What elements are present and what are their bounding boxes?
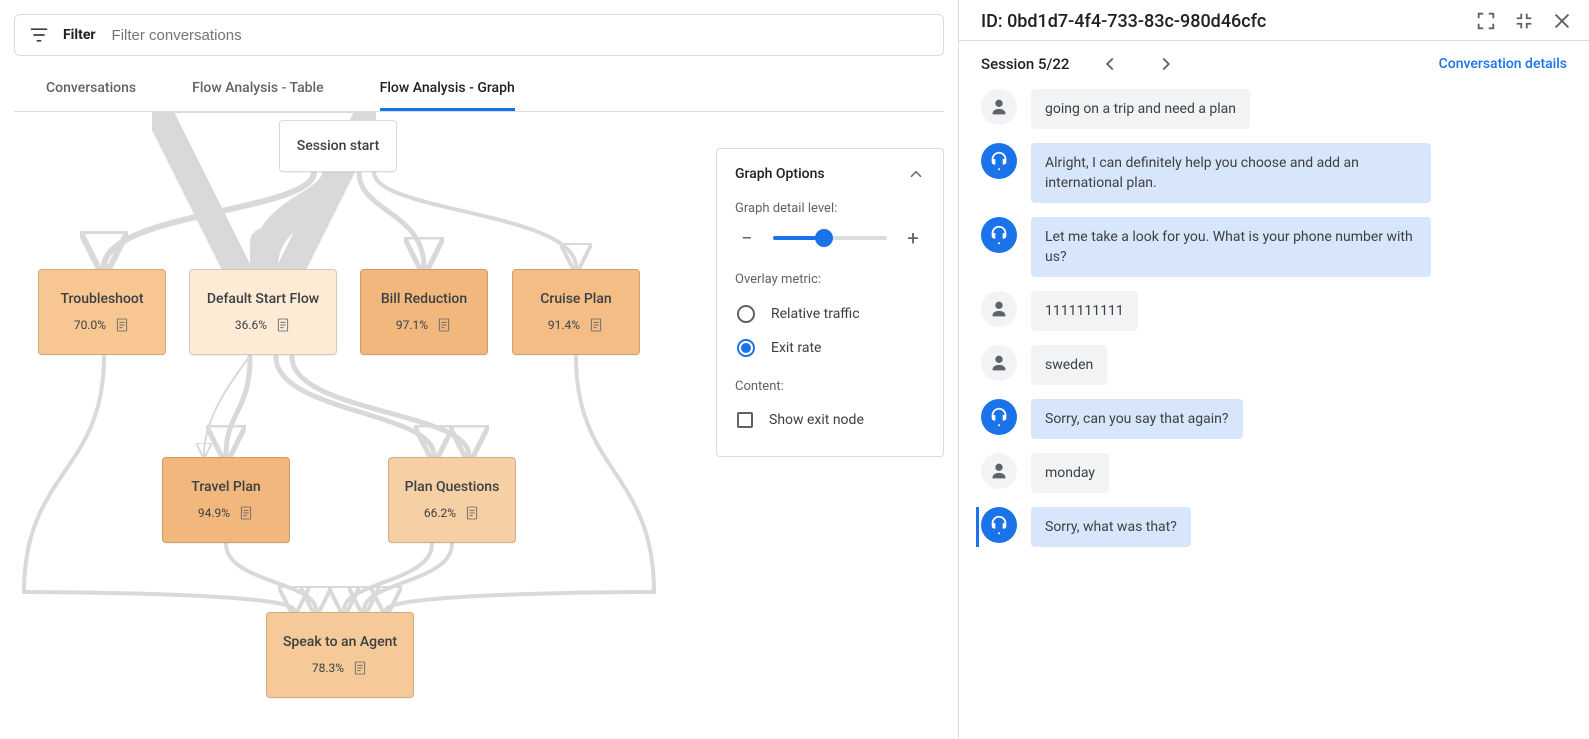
message-row[interactable]: Sorry, can you say that again? (981, 399, 1567, 439)
user-avatar-icon (981, 291, 1017, 327)
node-bill-reduction[interactable]: Bill Reduction 97.1% (360, 269, 488, 355)
message-text: Let me take a look for you. What is your… (1031, 217, 1431, 277)
exit-fullscreen-icon[interactable] (1513, 10, 1535, 32)
chevron-left-icon[interactable] (1099, 53, 1121, 75)
overlay-label: Overlay metric: (735, 272, 925, 287)
tabs: Conversations Flow Analysis - Table Flow… (14, 66, 944, 112)
message-text: sweden (1031, 345, 1107, 385)
filter-bar[interactable]: Filter (14, 14, 944, 56)
conversation-panel: ID: 0bd1d7-4f4-733-83c-980d46cfc Session… (959, 0, 1589, 739)
chat-thread: going on a trip and need a plan Alright, … (959, 81, 1589, 739)
node-label: Plan Questions (405, 479, 500, 495)
node-metric: 78.3% (312, 661, 344, 675)
node-metric: 94.9% (198, 506, 230, 520)
node-speak-agent[interactable]: Speak to an Agent 78.3% (266, 612, 414, 698)
filter-label: Filter (63, 27, 96, 43)
node-metric: 66.2% (424, 506, 456, 520)
message-row[interactable]: monday (981, 453, 1567, 493)
fullscreen-icon[interactable] (1475, 10, 1497, 32)
node-label: Bill Reduction (381, 291, 467, 307)
filter-input[interactable] (110, 26, 929, 45)
node-label: Troubleshoot (60, 291, 143, 307)
message-text: 1111111111 (1031, 291, 1138, 331)
radio-exit-rate[interactable]: Exit rate (735, 331, 925, 365)
node-label: Session start (297, 138, 380, 154)
node-metric: 70.0% (74, 318, 106, 332)
checkbox-show-exit[interactable]: Show exit node (735, 404, 925, 436)
bot-avatar-icon (981, 143, 1017, 179)
page-icon (464, 505, 480, 521)
page-icon (114, 317, 130, 333)
user-avatar-icon (981, 345, 1017, 381)
plus-icon[interactable]: + (901, 226, 925, 250)
node-metric: 97.1% (396, 318, 428, 332)
message-row[interactable]: Sorry, what was that? (981, 507, 1567, 547)
session-label: Session 5/22 (981, 55, 1069, 73)
message-row[interactable]: sweden (981, 345, 1567, 385)
node-label: Cruise Plan (540, 291, 611, 307)
radio-label: Relative traffic (771, 306, 860, 322)
message-text: Alright, I can definitely help you choos… (1031, 143, 1431, 203)
node-label: Default Start Flow (207, 291, 319, 307)
user-avatar-icon (981, 89, 1017, 125)
node-default-start[interactable]: Default Start Flow 36.6% (189, 269, 337, 355)
tab-conversations[interactable]: Conversations (46, 66, 136, 111)
options-title: Graph Options (735, 166, 825, 182)
conversation-details-link[interactable]: Conversation details (1439, 56, 1567, 72)
message-row[interactable]: going on a trip and need a plan (981, 89, 1567, 129)
message-text: monday (1031, 453, 1109, 493)
bot-avatar-icon (981, 507, 1017, 543)
radio-relative-traffic[interactable]: Relative traffic (735, 297, 925, 331)
message-text: going on a trip and need a plan (1031, 89, 1250, 129)
page-icon (352, 660, 368, 676)
node-metric: 36.6% (235, 318, 267, 332)
conversation-id: ID: 0bd1d7-4f4-733-83c-980d46cfc (981, 11, 1266, 32)
minus-icon[interactable]: − (735, 226, 759, 250)
node-label: Speak to an Agent (283, 634, 397, 650)
filter-icon (29, 25, 49, 45)
check-label: Show exit node (769, 412, 864, 428)
detail-level-label: Graph detail level: (735, 201, 925, 216)
message-row[interactable]: 1111111111 (981, 291, 1567, 331)
node-label: Travel Plan (191, 479, 260, 495)
node-plan-questions[interactable]: Plan Questions 66.2% (388, 457, 516, 543)
node-travel-plan[interactable]: Travel Plan 94.9% (162, 457, 290, 543)
close-icon[interactable] (1551, 10, 1573, 32)
message-text: Sorry, can you say that again? (1031, 399, 1243, 439)
tab-flow-graph[interactable]: Flow Analysis - Graph (380, 66, 515, 111)
page-icon (275, 317, 291, 333)
message-row[interactable]: Alright, I can definitely help you choos… (981, 143, 1567, 203)
message-text: Sorry, what was that? (1031, 507, 1191, 547)
bot-avatar-icon (981, 217, 1017, 253)
graph-options-panel: Graph Options Graph detail level: − + Ov… (716, 148, 944, 457)
node-cruise-plan[interactable]: Cruise Plan 91.4% (512, 269, 640, 355)
user-avatar-icon (981, 453, 1017, 489)
detail-slider[interactable] (773, 236, 887, 240)
page-icon (436, 317, 452, 333)
chevron-up-icon[interactable] (907, 165, 925, 183)
radio-label: Exit rate (771, 340, 821, 356)
bot-avatar-icon (981, 399, 1017, 435)
content-label: Content: (735, 379, 925, 394)
page-icon (588, 317, 604, 333)
message-row[interactable]: Let me take a look for you. What is your… (981, 217, 1567, 277)
node-session-start[interactable]: Session start (279, 120, 397, 172)
node-troubleshoot[interactable]: Troubleshoot 70.0% (38, 269, 166, 355)
chevron-right-icon[interactable] (1155, 53, 1177, 75)
page-icon (238, 505, 254, 521)
tab-flow-table[interactable]: Flow Analysis - Table (192, 66, 324, 111)
node-metric: 91.4% (548, 318, 580, 332)
